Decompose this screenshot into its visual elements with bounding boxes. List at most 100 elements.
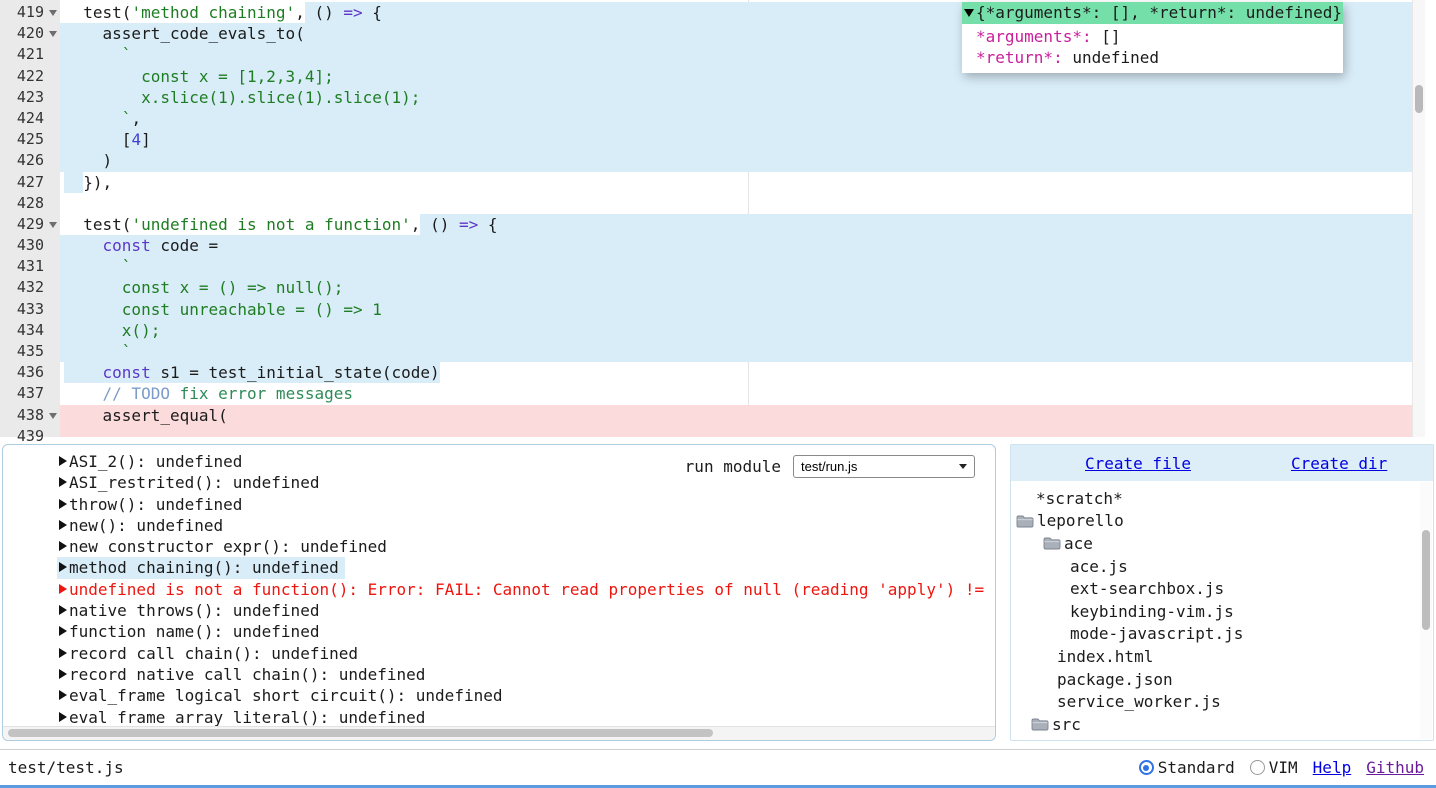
file-tree-file[interactable]: *scratch* [1011, 487, 1420, 510]
help-link[interactable]: Help [1313, 758, 1352, 777]
code-line[interactable]: [4] [60, 129, 1412, 150]
code-line[interactable]: ` [60, 256, 1412, 277]
triangle-right-icon[interactable] [59, 562, 67, 572]
code-line[interactable]: ` [60, 341, 1412, 362]
code-line[interactable]: const s1 = test_initial_state(code) [60, 362, 1412, 383]
triangle-right-icon[interactable] [59, 712, 67, 722]
triangle-right-icon[interactable] [59, 690, 67, 700]
test-result-item[interactable]: new(): undefined [3, 515, 995, 536]
code-editor[interactable]: 4194204214224234244254264274284294304314… [0, 0, 1436, 437]
code-line[interactable]: const x = () => null(); [60, 277, 1412, 298]
editor-scrollbar-thumb[interactable] [1415, 85, 1423, 113]
triangle-right-icon[interactable] [59, 669, 67, 679]
collapse-triangle-icon[interactable] [964, 9, 974, 17]
line-number[interactable]: 426 [0, 150, 60, 171]
test-results-hscrollbar-thumb[interactable] [8, 729, 713, 737]
test-result-item[interactable]: function name(): undefined [3, 621, 995, 642]
triangle-right-icon[interactable] [59, 477, 67, 487]
code-line[interactable]: const unreachable = () => 1 [60, 299, 1412, 320]
value-inspector-header[interactable]: {*arguments*: [], *return*: undefined} [962, 2, 1343, 24]
file-tree-file[interactable]: ace.js [1011, 555, 1420, 578]
file-tree-file[interactable]: ast_utils.js [1011, 736, 1420, 740]
line-number[interactable]: 431 [0, 256, 60, 277]
line-number[interactable]: 438 [0, 405, 60, 426]
file-tree-file[interactable]: ext-searchbox.js [1011, 577, 1420, 600]
file-tree-file[interactable]: index.html [1011, 645, 1420, 668]
test-result-item[interactable]: new constructor expr(): undefined [3, 536, 995, 557]
triangle-right-icon[interactable] [59, 520, 67, 530]
triangle-right-icon[interactable] [59, 648, 67, 658]
line-number[interactable]: 422 [0, 66, 60, 87]
radio-selected-icon[interactable] [1139, 760, 1154, 775]
line-number[interactable]: 429 [0, 214, 60, 235]
code-line[interactable]: `, [60, 108, 1412, 129]
code-line[interactable] [60, 426, 1412, 437]
triangle-right-icon[interactable] [59, 456, 67, 466]
radio-unselected-icon[interactable] [1250, 760, 1265, 775]
line-number[interactable]: 420 [0, 23, 60, 44]
create-dir-link[interactable]: Create dir [1291, 454, 1387, 473]
create-file-link[interactable]: Create file [1085, 454, 1191, 473]
test-result-item[interactable]: record native call chain(): undefined [3, 664, 995, 685]
file-tree-file[interactable]: mode-javascript.js [1011, 623, 1420, 646]
triangle-right-icon[interactable] [59, 626, 67, 636]
line-number[interactable]: 437 [0, 383, 60, 404]
line-number[interactable]: 435 [0, 341, 60, 362]
triangle-right-icon[interactable] [59, 541, 67, 551]
file-tree-label: ace.js [1070, 557, 1128, 576]
line-number[interactable]: 428 [0, 193, 60, 214]
line-number[interactable]: 421 [0, 44, 60, 65]
editor-scrollbar[interactable] [1412, 0, 1425, 437]
code-line[interactable]: assert_equal( [60, 405, 1412, 426]
triangle-right-icon[interactable] [59, 499, 67, 509]
line-number[interactable]: 430 [0, 235, 60, 256]
code-line[interactable]: x.slice(1).slice(1).slice(1); [60, 87, 1412, 108]
fold-arrow-icon[interactable] [49, 222, 57, 228]
test-results-list: ASI_2(): undefinedASI_restrited(): undef… [3, 451, 995, 728]
github-link[interactable]: Github [1366, 758, 1424, 777]
line-number[interactable]: 436 [0, 362, 60, 383]
line-number[interactable]: 433 [0, 299, 60, 320]
line-number[interactable]: 419 [0, 2, 60, 23]
file-tree-folder[interactable]: leporello [1011, 510, 1420, 533]
line-number[interactable]: 424 [0, 108, 60, 129]
file-tree-scrollbar-thumb[interactable] [1422, 530, 1430, 630]
line-number[interactable]: 427 [0, 172, 60, 193]
test-result-item[interactable]: eval_frame array_literal(): undefined [3, 707, 995, 728]
file-tree-file[interactable]: package.json [1011, 668, 1420, 691]
test-result-item[interactable]: eval_frame logical short circuit(): unde… [3, 685, 995, 706]
line-number[interactable]: 434 [0, 320, 60, 341]
line-number[interactable]: 423 [0, 87, 60, 108]
triangle-right-icon[interactable] [59, 584, 67, 594]
test-result-item[interactable]: method chaining(): undefined [3, 557, 995, 578]
file-tree-file[interactable]: keybinding-vim.js [1011, 600, 1420, 623]
code-line[interactable]: }), [60, 172, 1412, 193]
code-line[interactable]: x(); [60, 320, 1412, 341]
file-tree-folder[interactable]: src [1011, 713, 1420, 736]
fold-arrow-icon[interactable] [49, 31, 57, 37]
run-module-select[interactable]: test/run.js [793, 455, 975, 478]
fold-arrow-icon[interactable] [49, 413, 57, 419]
code-line[interactable] [60, 193, 1412, 214]
test-result-item[interactable]: record call chain(): undefined [3, 643, 995, 664]
triangle-right-icon[interactable] [59, 605, 67, 615]
value-row[interactable]: *return*: undefined [976, 47, 1335, 68]
keybinding-standard-option[interactable]: Standard [1139, 758, 1235, 777]
line-number[interactable]: 425 [0, 129, 60, 150]
test-result-item[interactable]: native throws(): undefined [3, 600, 995, 621]
line-number[interactable]: 432 [0, 277, 60, 298]
keybinding-vim-option[interactable]: VIM [1250, 758, 1298, 777]
file-tree-scrollbar[interactable] [1420, 482, 1432, 739]
file-tree-folder[interactable]: ace [1011, 532, 1420, 555]
value-row[interactable]: *arguments*: [] [976, 26, 1335, 47]
code-line[interactable]: const code = [60, 235, 1412, 256]
file-tree-file[interactable]: service_worker.js [1011, 690, 1420, 713]
code-line[interactable]: test('undefined is not a function', () =… [60, 214, 1412, 235]
test-result-text: ASI_restrited(): undefined [69, 473, 319, 492]
test-result-item[interactable]: throw(): undefined [3, 494, 995, 515]
code-line[interactable]: ) [60, 150, 1412, 171]
test-result-item[interactable]: undefined is not a function(): Error: FA… [3, 579, 995, 600]
code-line[interactable]: // TODO fix error messages [60, 383, 1412, 404]
test-results-hscrollbar[interactable] [3, 726, 995, 740]
fold-arrow-icon[interactable] [49, 10, 57, 16]
